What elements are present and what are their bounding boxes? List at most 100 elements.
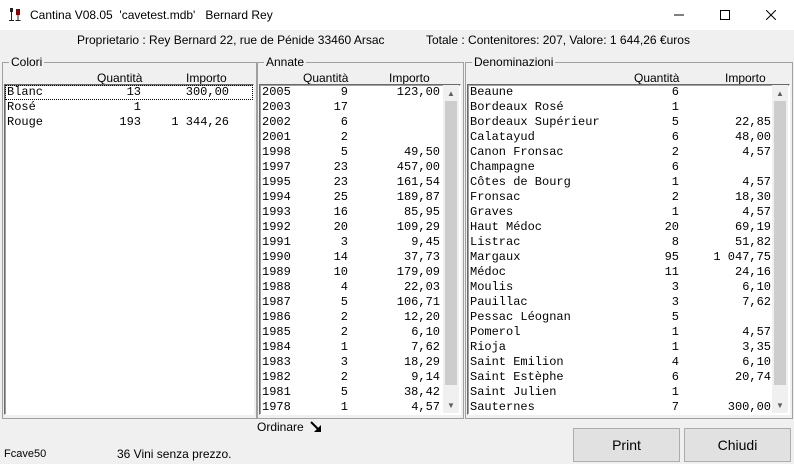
annate-row-name: 1988 <box>262 280 291 294</box>
denominazioni-row[interactable]: Graves 1 4,57 <box>468 205 789 220</box>
maximize-button[interactable] <box>702 0 748 30</box>
denominazioni-row-qty: 3 <box>671 295 679 309</box>
annate-row[interactable]: 1986 2 12,20 <box>260 310 460 325</box>
annate-row-qty: 10 <box>333 265 348 279</box>
denominazioni-row[interactable]: Rioja 1 3,35 <box>468 340 789 355</box>
annate-row-amount: 6,10 <box>411 325 440 339</box>
annate-row[interactable]: 2001 2 <box>260 130 460 145</box>
denominazioni-scrollbar[interactable]: ▲ ▼ <box>772 85 788 413</box>
denominazioni-row-qty: 1 <box>671 325 679 339</box>
annate-row-name: 2002 <box>262 115 291 129</box>
denominazioni-row-amount: 3,35 <box>742 340 771 354</box>
annate-row-name: 1997 <box>262 160 291 174</box>
denominazioni-row-qty: 5 <box>671 115 679 129</box>
denominazioni-row[interactable]: Pessac Léognan 5 <box>468 310 789 325</box>
denominazioni-row[interactable]: Haut Médoc 20 69,19 <box>468 220 789 235</box>
denominazioni-row-name: Sauternes <box>470 400 535 414</box>
annate-row[interactable]: 1995 23 161,54 <box>260 175 460 190</box>
annate-row[interactable]: 1992 20 109,29 <box>260 220 460 235</box>
denominazioni-row-name: Canon Fronsac <box>470 145 564 159</box>
annate-row[interactable]: 1991 3 9,45 <box>260 235 460 250</box>
denominazioni-row-name: Calatayud <box>470 130 535 144</box>
annate-row[interactable]: 2002 6 <box>260 115 460 130</box>
colori-list[interactable]: Blanc 13 300,00 Rosé 1 Rouge 193 1 344,26 <box>4 84 254 415</box>
print-button[interactable]: Print <box>573 428 680 462</box>
annate-scroll-thumb[interactable] <box>445 101 457 385</box>
denominazioni-row-amount: 4,57 <box>742 175 771 189</box>
denominazioni-list[interactable]: Beaune 6 Bordeaux Rosé 1 Bordeaux Supérieur 5… <box>467 84 790 415</box>
colori-label: Colori <box>9 55 45 69</box>
annate-row[interactable]: 1981 5 38,42 <box>260 385 460 400</box>
totals-info: Totale : Contenitores: 207, Valore: 1 64… <box>426 33 690 47</box>
denominazioni-row-qty: 2 <box>671 190 679 204</box>
annate-row[interactable]: 1990 14 37,73 <box>260 250 460 265</box>
scroll-up-icon[interactable]: ▲ <box>772 85 788 101</box>
annate-row-qty: 2 <box>340 370 348 384</box>
annate-row-name: 1982 <box>262 370 291 384</box>
annate-row-name: 1984 <box>262 340 291 354</box>
ordinare-sort[interactable]: Ordinare <box>257 420 322 434</box>
denominazioni-row[interactable]: Canon Fronsac 2 4,57 <box>468 145 789 160</box>
denominazioni-row[interactable]: Listrac 8 51,82 <box>468 235 789 250</box>
chiudi-button[interactable]: Chiudi <box>684 428 791 462</box>
denominazioni-row-name: Champagne <box>470 160 535 174</box>
denominazioni-row-amount: 6,10 <box>742 355 771 369</box>
denominazioni-row[interactable]: Bordeaux Supérieur 5 22,85 <box>468 115 789 130</box>
denominazioni-row[interactable]: Sauternes 7 300,00 <box>468 400 789 414</box>
scroll-up-icon[interactable]: ▲ <box>443 85 459 101</box>
denominazioni-row[interactable]: Côtes de Bourg 1 4,57 <box>468 175 789 190</box>
annate-row[interactable]: 1998 5 49,50 <box>260 145 460 160</box>
denominazioni-row[interactable]: Fronsac 2 18,30 <box>468 190 789 205</box>
annate-row[interactable]: 1989 10 179,09 <box>260 265 460 280</box>
denominazioni-row-amount: 69,19 <box>734 220 771 234</box>
colori-row-name: Rouge <box>7 115 44 129</box>
close-window-button[interactable] <box>748 0 794 30</box>
colori-row[interactable]: Rosé 1 <box>5 100 253 115</box>
annate-row[interactable]: 1988 4 22,03 <box>260 280 460 295</box>
denominazioni-row[interactable]: Calatayud 6 48,00 <box>468 130 789 145</box>
annate-row[interactable]: 1993 16 85,95 <box>260 205 460 220</box>
annate-row[interactable]: 1983 3 18,29 <box>260 355 460 370</box>
denominazioni-row[interactable]: Saint Julien 1 <box>468 385 789 400</box>
denominazioni-row-qty: 2 <box>671 145 679 159</box>
denominazioni-row-name: Bordeaux Rosé <box>470 100 564 114</box>
annate-row[interactable]: 1997 23 457,00 <box>260 160 460 175</box>
minimize-button[interactable] <box>656 0 702 30</box>
denominazioni-row[interactable]: Bordeaux Rosé 1 <box>468 100 789 115</box>
annate-scrollbar[interactable]: ▲ ▼ <box>443 85 459 413</box>
denominazioni-row[interactable]: Saint Emilion 4 6,10 <box>468 355 789 370</box>
denominazioni-row[interactable]: Saint Estèphe 6 20,74 <box>468 370 789 385</box>
denominazioni-row[interactable]: Pomerol 1 4,57 <box>468 325 789 340</box>
denominazioni-amount-header: Importo <box>725 71 766 85</box>
annate-row[interactable]: 1984 1 7,62 <box>260 340 460 355</box>
denominazioni-row-name: Bordeaux Supérieur <box>470 115 600 129</box>
annate-row[interactable]: 2003 17 <box>260 100 460 115</box>
annate-row[interactable]: 1985 2 6,10 <box>260 325 460 340</box>
denominazioni-row[interactable]: Moulis 3 6,10 <box>468 280 789 295</box>
annate-row[interactable]: 1994 25 189,87 <box>260 190 460 205</box>
denominazioni-row-amount: 48,00 <box>734 130 771 144</box>
annate-row[interactable]: 1987 5 106,71 <box>260 295 460 310</box>
annate-row[interactable]: 2005 9 123,00 <box>260 85 460 100</box>
colori-row[interactable]: Rouge 193 1 344,26 <box>5 115 253 130</box>
colori-row[interactable]: Blanc 13 300,00 <box>5 85 253 100</box>
annate-list[interactable]: 2005 9 123,00 2003 17 2002 6 2001 2 1998 5 49,50 199… <box>259 84 461 415</box>
denominazioni-row-name: Moulis <box>470 280 514 294</box>
annate-row[interactable]: 1982 2 9,14 <box>260 370 460 385</box>
scroll-down-icon[interactable]: ▼ <box>443 397 459 413</box>
close-icon <box>766 10 776 20</box>
denominazioni-row[interactable]: Pauillac 3 7,62 <box>468 295 789 310</box>
denominazioni-row[interactable]: Médoc 11 24,16 <box>468 265 789 280</box>
denominazioni-row[interactable]: Champagne 6 <box>468 160 789 175</box>
annate-row[interactable]: 1978 1 4,57 <box>260 400 460 414</box>
denominazioni-row-amount: 24,16 <box>734 265 771 279</box>
denominazioni-row[interactable]: Beaune 6 <box>468 85 789 100</box>
denominazioni-row-amount: 18,30 <box>734 190 771 204</box>
annate-row-qty: 3 <box>340 235 348 249</box>
denominazioni-row[interactable]: Margaux 95 1 047,75 <box>468 250 789 265</box>
denominazioni-row-qty: 7 <box>671 400 679 414</box>
denominazioni-row-name: Saint Julien <box>470 385 557 399</box>
denominazioni-scroll-thumb[interactable] <box>774 101 786 385</box>
annate-row-qty: 23 <box>333 175 348 189</box>
scroll-down-icon[interactable]: ▼ <box>772 397 788 413</box>
